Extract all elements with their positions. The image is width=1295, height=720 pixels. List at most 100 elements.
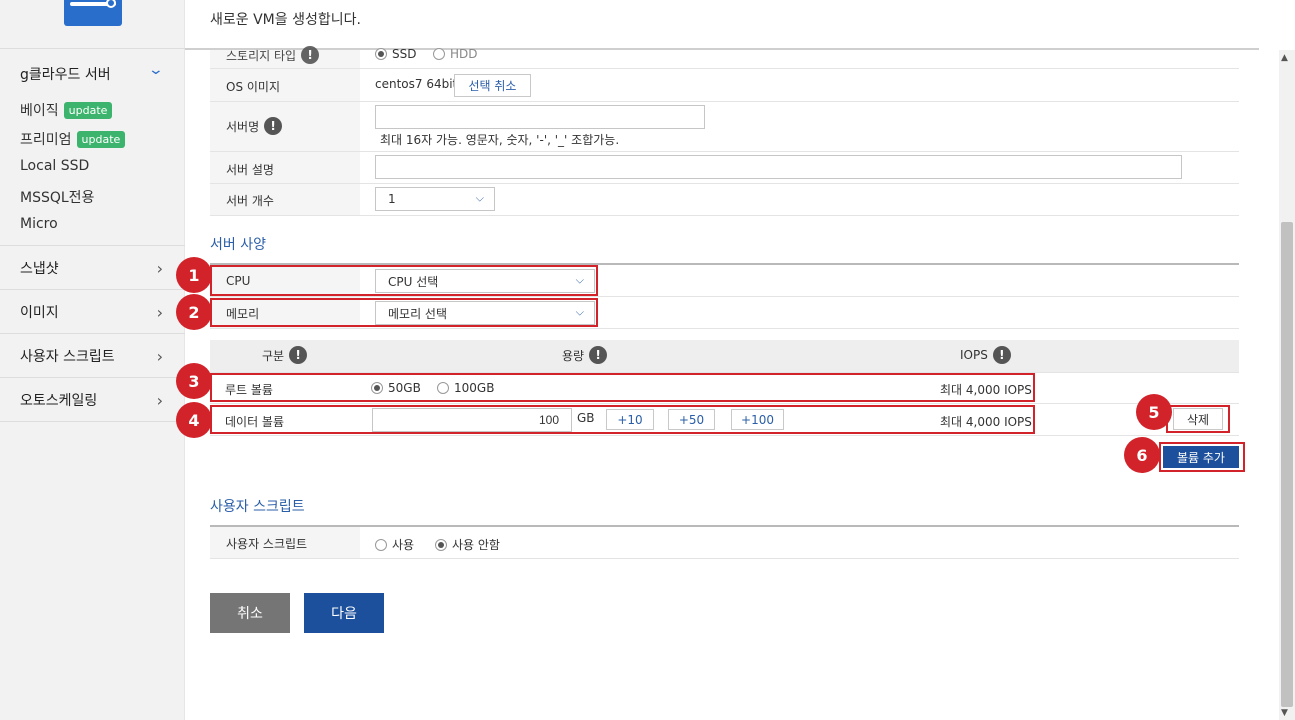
sidebar-item-premium[interactable]: 프리미엄 update <box>20 129 126 149</box>
sidebar-item-label: 오토스케일링 <box>20 393 98 409</box>
annotation-box-add-volume <box>1159 442 1245 472</box>
header-text: IOPS <box>960 348 988 362</box>
section-divider <box>210 525 1239 527</box>
server-spec-title: 서버 사양 <box>210 237 266 253</box>
radio-label: HDD <box>450 47 478 61</box>
radio-icon <box>435 538 447 551</box>
annotation-box-cpu <box>210 265 598 296</box>
sidebar-divider <box>0 48 185 49</box>
row-divider <box>210 183 1239 184</box>
row-divider <box>210 68 1239 69</box>
row-divider <box>210 328 1239 329</box>
annotation-box-memory <box>210 298 598 327</box>
chevron-right-icon: › <box>156 258 163 278</box>
page-description: 새로운 VM을 생성합니다. <box>210 12 361 28</box>
scrollbar-thumb[interactable] <box>1281 222 1293 707</box>
radio-icon <box>433 48 445 60</box>
row-divider <box>210 435 1239 436</box>
server-count-label: 서버 개수 <box>226 194 274 208</box>
row-divider <box>210 215 1239 216</box>
storage-type-label: 스토리지 타입 ! <box>226 46 320 64</box>
annotation-badge-3: 3 <box>176 363 212 399</box>
storage-type-label-text: 스토리지 타입 <box>226 48 297 63</box>
sidebar-item-mssql[interactable]: MSSQL전용 <box>20 187 94 207</box>
user-script-title: 사용자 스크립트 <box>210 499 305 515</box>
radio-icon <box>375 538 387 551</box>
next-button[interactable]: 다음 <box>304 593 384 633</box>
sidebar-item-label: 베이직 <box>20 103 59 119</box>
sidebar-item-label: Local SSD <box>20 158 90 174</box>
row-divider <box>210 558 1239 559</box>
user-script-use-radio[interactable]: 사용 <box>375 536 414 553</box>
os-cancel-selection-button[interactable]: 선택 취소 <box>454 74 531 97</box>
volume-capacity-header: 용량 ! <box>562 346 608 364</box>
annotation-box-delete <box>1166 405 1230 433</box>
logo-icon <box>64 0 122 26</box>
volume-table-header <box>210 340 1239 372</box>
sidebar-item-autoscaling[interactable]: 오토스케일링 › <box>0 378 185 422</box>
storage-ssd-radio[interactable]: SSD <box>375 47 416 61</box>
chevron-right-icon: › <box>156 390 163 410</box>
sidebar-item-label: 사용자 스크립트 <box>20 349 115 365</box>
update-badge: update <box>76 130 126 148</box>
chevron-right-icon: › <box>156 302 163 322</box>
storage-hdd-radio[interactable]: HDD <box>433 47 478 61</box>
volume-iops-header: IOPS ! <box>960 346 1011 364</box>
sidebar-item-label: MSSQL전용 <box>20 190 95 206</box>
user-script-not-use-radio[interactable]: 사용 안함 <box>435 536 500 553</box>
sidebar-item-image[interactable]: 이미지 › <box>0 290 185 334</box>
server-name-label-text: 서버명 <box>226 119 260 134</box>
sidebar-item-micro[interactable]: Micro <box>20 216 58 232</box>
sidebar-item-label: 이미지 <box>20 305 59 321</box>
server-name-input[interactable] <box>375 105 705 129</box>
sidebar-item-user-script[interactable]: 사용자 스크립트 › <box>0 334 185 378</box>
sidebar: g클라우드 서버 ⌄ 베이직 update 프리미엄 update Local … <box>0 0 185 720</box>
chevron-down-icon: ⌵ <box>475 191 484 205</box>
scroll-up-arrow-icon[interactable]: ▲ <box>1281 53 1288 63</box>
sidebar-divider <box>0 421 185 422</box>
volume-type-header: 구분 ! <box>262 346 308 364</box>
sidebar-item-local-ssd[interactable]: Local SSD <box>20 158 89 174</box>
os-image-label: OS 이미지 <box>226 80 280 94</box>
sidebar-item-label: Micro <box>20 216 58 232</box>
user-script-label: 사용자 스크립트 <box>226 537 308 551</box>
row-divider <box>210 151 1239 152</box>
annotation-box-root-volume <box>210 373 1035 402</box>
sidebar-item-snapshot[interactable]: 스냅샷 › <box>0 246 185 290</box>
chevron-right-icon: › <box>156 346 163 366</box>
sidebar-item-label: 프리미엄 <box>20 132 72 148</box>
info-icon[interactable]: ! <box>301 46 320 64</box>
radio-label: 사용 <box>392 538 415 552</box>
select-value: 1 <box>388 192 396 206</box>
sidebar-group-gcloud-server[interactable]: g클라우드 서버 <box>20 64 111 84</box>
info-icon[interactable]: ! <box>264 117 283 135</box>
radio-label: SSD <box>392 47 417 61</box>
annotation-box-data-volume <box>210 405 1035 434</box>
annotation-badge-6: 6 <box>1124 437 1160 473</box>
info-icon[interactable]: ! <box>589 346 608 364</box>
sidebar-item-basic[interactable]: 베이직 update <box>20 100 113 120</box>
chevron-down-icon[interactable]: ⌄ <box>148 62 164 78</box>
sidebar-item-label: 스냅샷 <box>20 261 59 277</box>
radio-icon <box>375 48 387 60</box>
row-divider <box>210 101 1239 102</box>
server-description-label: 서버 설명 <box>226 163 274 177</box>
header-text: 용량 <box>562 348 585 363</box>
scroll-down-arrow-icon[interactable]: ▼ <box>1281 708 1288 718</box>
update-badge: update <box>63 101 113 119</box>
annotation-badge-5: 5 <box>1136 394 1172 430</box>
row-divider <box>210 296 1239 297</box>
server-name-label: 서버명 ! <box>226 117 283 135</box>
header-text: 구분 <box>262 348 285 363</box>
row-divider <box>210 403 1239 404</box>
os-image-value: centos7 64bit <box>375 77 458 91</box>
server-count-select[interactable]: 1 ⌵ <box>375 187 495 211</box>
annotation-badge-2: 2 <box>176 294 212 330</box>
annotation-badge-4: 4 <box>176 402 212 438</box>
server-description-input[interactable] <box>375 155 1182 179</box>
annotation-badge-1: 1 <box>176 257 212 293</box>
cancel-button[interactable]: 취소 <box>210 593 290 633</box>
info-icon[interactable]: ! <box>992 346 1011 364</box>
info-icon[interactable]: ! <box>289 346 308 364</box>
server-name-hint: 최대 16자 가능. 영문자, 숫자, '-', '_' 조합가능. <box>380 133 620 147</box>
